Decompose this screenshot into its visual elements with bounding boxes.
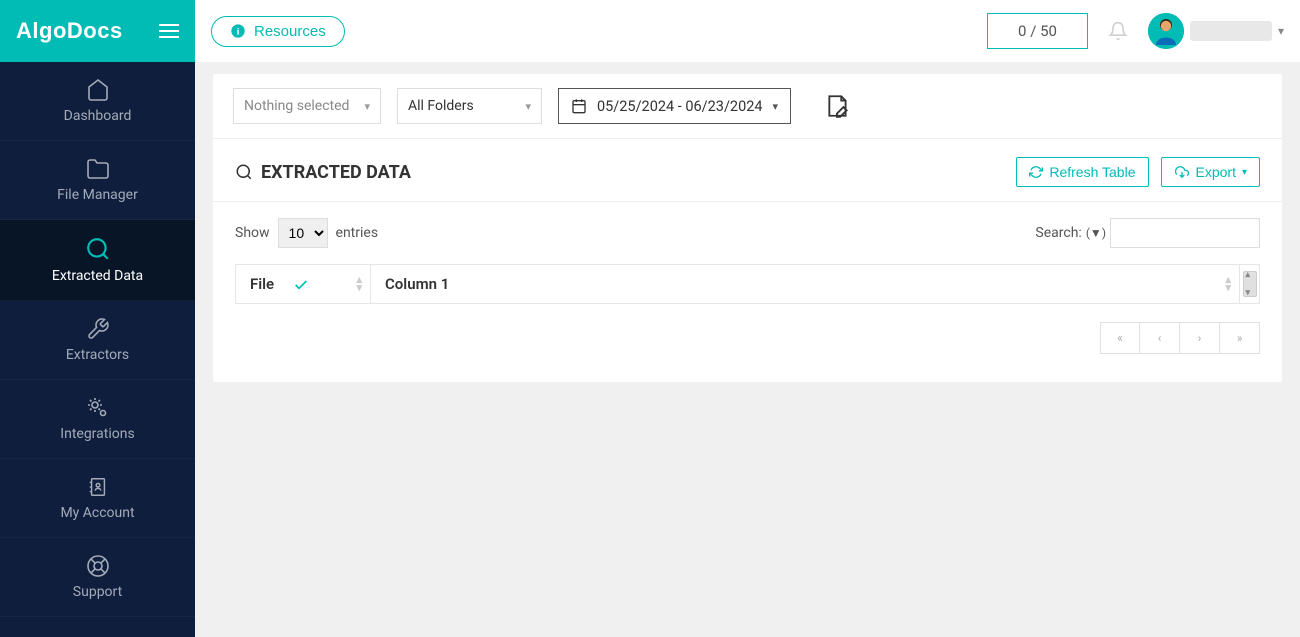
check-icon — [290, 277, 312, 293]
section-title: EXTRACTED DATA — [235, 162, 411, 183]
page-next-button[interactable]: › — [1180, 322, 1220, 354]
cloud-download-icon — [1174, 165, 1190, 179]
sidebar-item-integrations[interactable]: Integrations — [0, 380, 195, 459]
resources-button[interactable]: i Resources — [211, 16, 345, 47]
svg-text:i: i — [237, 27, 240, 37]
sidebar-item-my-account[interactable]: My Account — [0, 459, 195, 538]
column-file-label: File — [250, 275, 274, 293]
sidebar-item-extractors[interactable]: Extractors — [0, 301, 195, 380]
hamburger-menu-icon[interactable] — [159, 24, 179, 38]
contact-icon — [87, 475, 109, 499]
chevron-down-icon: ▾ — [773, 100, 779, 113]
column1-label: Column 1 — [385, 275, 449, 293]
show-label: Show — [235, 225, 270, 241]
date-range-value: 05/25/2024 - 06/23/2024 — [597, 98, 763, 115]
sidebar-item-label: Support — [73, 584, 122, 600]
top-header: i Resources 0 / 50 ▾ — [195, 0, 1300, 62]
page-prev-button[interactable]: ‹ — [1140, 322, 1180, 354]
sidebar-item-label: Integrations — [60, 426, 134, 442]
type-select[interactable]: Nothing selected ▾ — [233, 88, 381, 124]
usage-counter[interactable]: 0 / 50 — [987, 13, 1088, 49]
main-content: Nothing selected ▾ All Folders ▾ 05/25/2… — [195, 62, 1300, 637]
search-icon — [235, 163, 253, 181]
sidebar-item-label: Extracted Data — [52, 268, 143, 284]
folder-icon — [85, 157, 111, 181]
sidebar-item-dashboard[interactable]: Dashboard — [0, 62, 195, 141]
column-header-column1[interactable]: Column 1 ▴▾ — [371, 265, 1240, 304]
home-icon — [85, 78, 111, 102]
sidebar-item-label: File Manager — [57, 187, 138, 203]
page-first-button[interactable]: « — [1100, 322, 1140, 354]
filter-icon[interactable]: (▼) — [1086, 226, 1106, 240]
chevron-down-icon: ▾ — [1278, 24, 1284, 38]
bell-icon[interactable] — [1108, 20, 1128, 42]
type-select-value: Nothing selected — [244, 98, 349, 114]
chevron-down-icon: ▾ — [525, 100, 531, 113]
refresh-table-button[interactable]: Refresh Table — [1016, 157, 1148, 187]
chevron-down-icon: ▾ — [364, 100, 370, 113]
sidebar-item-label: My Account — [60, 505, 134, 521]
info-icon: i — [230, 23, 246, 39]
gears-icon — [85, 396, 111, 420]
sidebar-item-support[interactable]: Support — [0, 538, 195, 617]
edit-document-icon[interactable] — [825, 93, 851, 119]
sidebar: Dashboard File Manager Extracted Data Ex… — [0, 62, 195, 637]
calendar-icon — [571, 98, 587, 114]
horizontal-scroll-control[interactable] — [1240, 265, 1260, 304]
export-button[interactable]: Export ▾ — [1161, 157, 1261, 187]
search-input[interactable] — [1110, 218, 1260, 248]
sidebar-item-label: Extractors — [66, 347, 129, 363]
chevron-down-icon: ▾ — [1242, 167, 1247, 178]
sort-icon: ▴▾ — [1225, 276, 1231, 292]
user-menu[interactable]: ▾ — [1148, 13, 1284, 49]
username-placeholder — [1190, 21, 1272, 41]
pagination: « ‹ › » — [213, 304, 1282, 382]
sidebar-item-extracted-data[interactable]: Extracted Data — [0, 220, 195, 301]
column-header-file[interactable]: File ▴▾ — [236, 265, 371, 304]
life-ring-icon — [86, 554, 110, 578]
search-icon — [85, 236, 111, 262]
entries-select[interactable]: 10 — [278, 218, 328, 248]
brand-logo[interactable]: AlgoDocs — [16, 18, 123, 44]
refresh-icon — [1029, 165, 1043, 179]
folder-select[interactable]: All Folders ▾ — [397, 88, 542, 124]
sidebar-item-file-manager[interactable]: File Manager — [0, 141, 195, 220]
page-last-button[interactable]: » — [1220, 322, 1260, 354]
resources-label: Resources — [254, 23, 326, 40]
entries-label: entries — [336, 225, 379, 241]
sort-icon: ▴▾ — [356, 276, 362, 292]
filters-row: Nothing selected ▾ All Folders ▾ 05/25/2… — [213, 74, 1282, 139]
refresh-label: Refresh Table — [1049, 164, 1135, 180]
date-range-picker[interactable]: 05/25/2024 - 06/23/2024 ▾ — [558, 88, 791, 124]
folder-select-value: All Folders — [408, 98, 474, 114]
avatar-icon — [1148, 13, 1184, 49]
wrench-icon — [85, 317, 111, 341]
search-label: Search: — [1035, 225, 1081, 241]
sidebar-item-label: Dashboard — [64, 108, 132, 124]
data-table: File ▴▾ Column 1 ▴▾ — [235, 264, 1260, 304]
section-title-text: EXTRACTED DATA — [261, 162, 411, 183]
export-label: Export — [1196, 164, 1236, 180]
